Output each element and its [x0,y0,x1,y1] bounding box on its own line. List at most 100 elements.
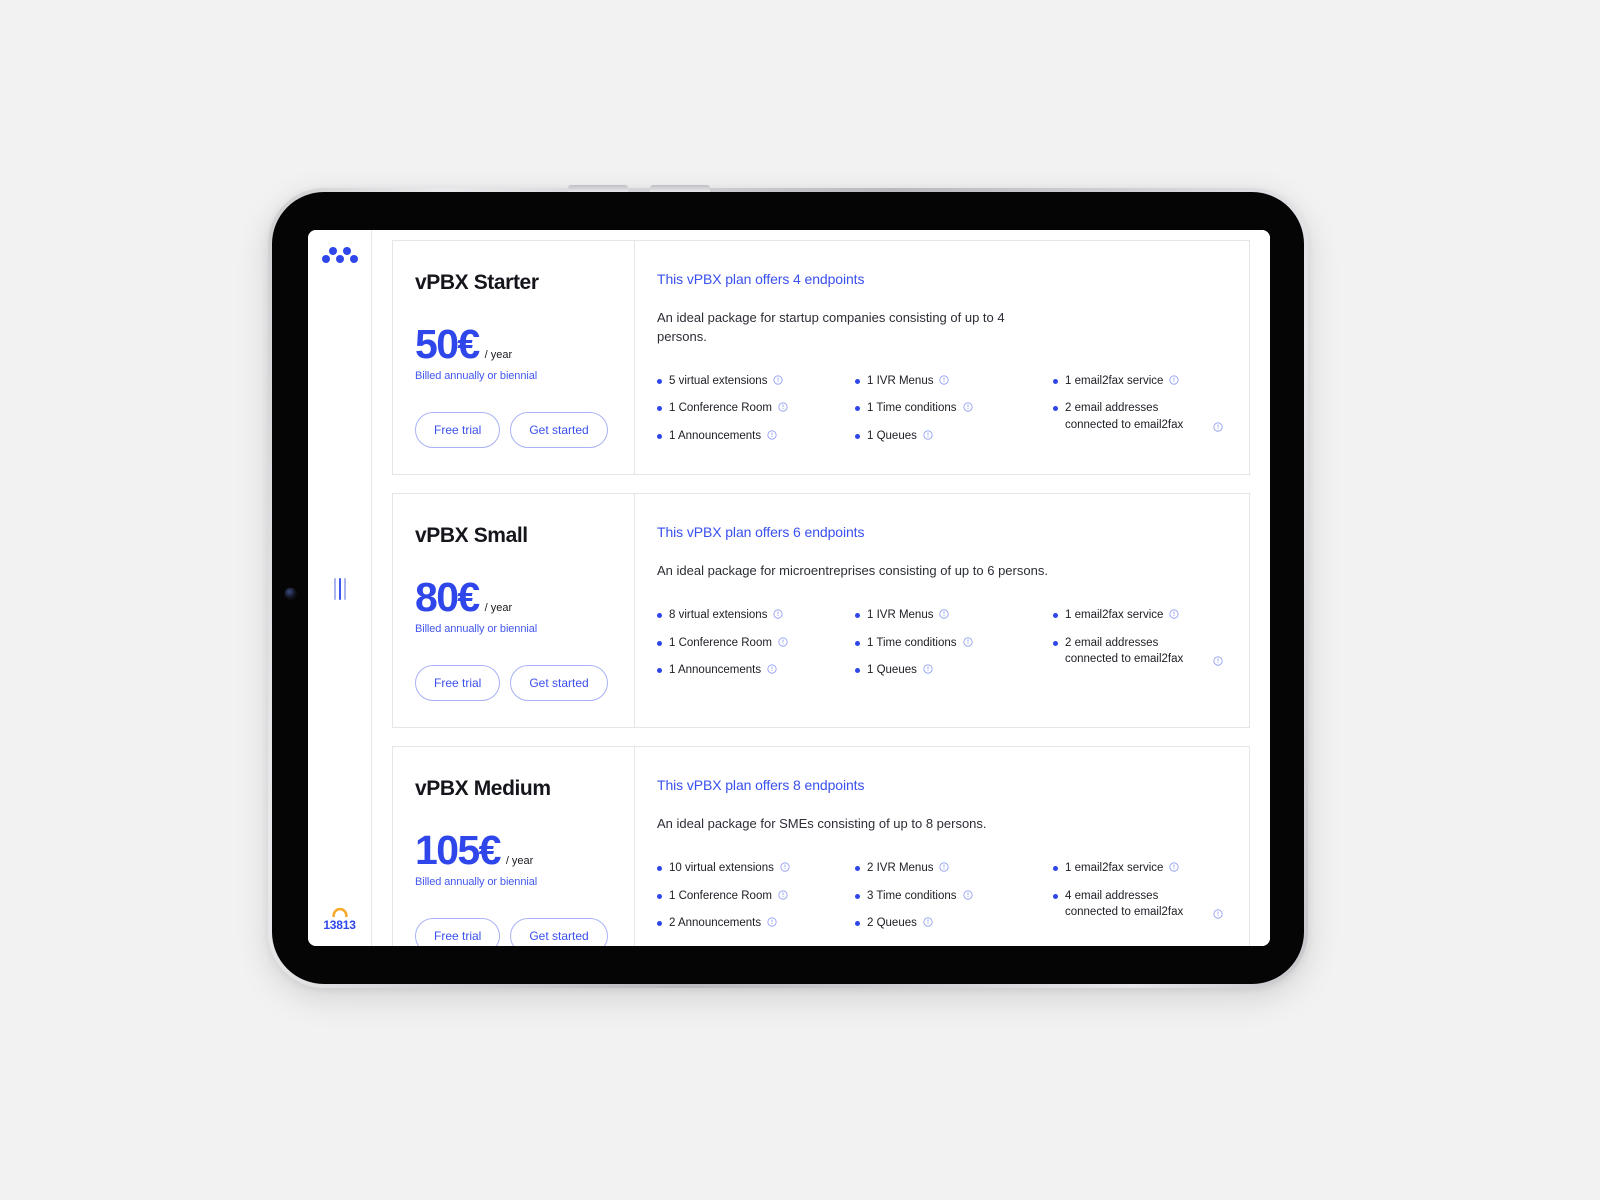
bullet-icon [1053,378,1058,384]
bullet-icon [657,866,662,872]
plan-title: vPBX Medium [415,777,551,801]
info-icon[interactable] [1169,609,1180,619]
feature-label: 1 Conference Room [669,402,772,415]
info-icon[interactable] [778,890,788,900]
feature-item: 1 IVR Menus [855,607,1045,624]
extension-number[interactable]: 13813 [308,918,371,932]
info-icon[interactable] [773,609,784,619]
info-icon[interactable] [767,917,777,927]
feature-item: 2 email addresses connected to email2fax [1053,400,1223,433]
feature-column: 1 IVR Menus 1 Time conditions 1 Queues [855,607,1045,679]
feature-label: 1 email2fax service [1065,374,1164,387]
feature-item: 1 Announcements [657,662,847,679]
info-icon[interactable] [778,402,788,412]
plan-card[interactable]: vPBX Medium 105€ / year Billed annually … [392,746,1250,946]
plan-feature-grid: 10 virtual extensions 1 Conference Room … [657,860,1223,932]
free-trial-button[interactable]: Free trial [415,412,501,449]
bullet-icon [657,378,662,384]
front-camera-icon [285,588,296,599]
info-icon[interactable] [1213,422,1223,432]
feature-label: 2 email addresses connected to email2fax [1065,636,1184,666]
info-icon[interactable] [923,664,933,674]
feature-label: 1 Time conditions [867,636,957,649]
feature-item: 2 email addresses connected to email2fax [1053,635,1223,668]
brand-dots-logo-icon[interactable] [322,246,358,266]
volume-up-button[interactable] [568,185,628,192]
info-icon[interactable] [962,890,973,900]
feature-column: 5 virtual extensions 1 Conference Room 1… [657,373,847,445]
feature-label: 8 virtual extensions [669,608,768,621]
feature-label: 3 Time conditions [867,889,957,902]
info-icon[interactable] [1169,375,1180,385]
feature-item: 1 Time conditions [855,635,1045,652]
feature-item: 8 virtual extensions [657,607,847,624]
feature-column: 2 IVR Menus 3 Time conditions 2 Queues [855,860,1045,932]
info-icon[interactable] [1213,909,1223,919]
info-icon[interactable] [767,664,777,674]
plan-description: An ideal package for SMEs consisting of … [657,816,987,832]
feature-label: 1 email2fax service [1065,608,1164,621]
plan-card[interactable]: vPBX Starter 50€ / year Billed annually … [392,240,1250,476]
plan-actions: Free trial Get started [415,412,612,449]
bullet-icon [855,866,860,872]
bullet-icon [855,612,860,618]
feature-column: 10 virtual extensions 1 Conference Room … [657,860,847,932]
bullet-icon [657,406,662,412]
info-icon[interactable] [767,430,777,440]
bullet-icon [855,378,860,384]
info-icon[interactable] [962,637,973,647]
feature-label: 2 Announcements [669,917,762,930]
get-started-button[interactable]: Get started [510,412,608,449]
feature-label: 4 email addresses connected to email2fax [1065,889,1184,919]
bullet-icon [1053,866,1058,872]
feature-item: 1 Queues [855,662,1045,679]
panel-resize-handle[interactable] [333,578,346,600]
plan-price: 80€ [415,574,480,621]
feature-item: 1 Queues [855,428,1045,445]
feature-label: 1 Queues [867,430,917,443]
plan-card[interactable]: vPBX Small 80€ / year Billed annually or… [392,493,1250,729]
plan-details-panel: This vPBX plan offers 6 endpoints An ide… [635,494,1249,727]
bullet-icon [855,406,860,412]
info-icon[interactable] [923,917,933,927]
volume-down-button[interactable] [650,185,710,192]
feature-label: 1 Announcements [669,664,762,677]
free-trial-button[interactable]: Free trial [415,665,501,702]
free-trial-button[interactable]: Free trial [415,918,501,946]
feature-label: 1 Time conditions [867,402,957,415]
get-started-button[interactable]: Get started [510,665,608,702]
info-icon[interactable] [939,609,950,619]
feature-item: 1 IVR Menus [855,373,1045,390]
plan-description: An ideal package for startup companies c… [657,310,1005,344]
feature-item: 1 email2fax service [1053,373,1223,390]
bullet-icon [855,921,860,927]
feature-item: 2 Queues [855,915,1045,932]
info-icon[interactable] [778,637,788,647]
plan-feature-grid: 8 virtual extensions 1 Conference Room 1… [657,607,1223,679]
feature-label: 1 IVR Menus [867,374,934,387]
info-icon[interactable] [1213,656,1223,666]
plan-title: vPBX Small [415,524,528,548]
info-icon[interactable] [939,862,950,872]
info-icon[interactable] [780,862,790,872]
bullet-icon [1053,406,1058,412]
plan-billing-note: Billed annually or biennial [415,623,538,636]
info-icon[interactable] [1169,862,1180,872]
plan-price-period: / year [484,349,513,362]
feature-label: 1 IVR Menus [867,608,934,621]
feature-item: 1 email2fax service [1053,607,1223,624]
get-started-button[interactable]: Get started [510,918,608,946]
feature-label: 2 IVR Menus [867,862,934,875]
feature-label: 1 Conference Room [669,636,772,649]
plan-summary-panel: vPBX Medium 105€ / year Billed annually … [393,747,635,946]
feature-label: 1 Conference Room [669,889,772,902]
plan-price: 50€ [415,321,480,368]
feature-column: 1 IVR Menus 1 Time conditions 1 Queues [855,373,1045,445]
info-icon[interactable] [773,375,784,385]
info-icon[interactable] [939,375,950,385]
feature-label: 1 Queues [867,664,917,677]
feature-item: 1 Conference Room [657,400,847,417]
plan-actions: Free trial Get started [415,665,612,702]
info-icon[interactable] [923,430,933,440]
info-icon[interactable] [962,402,973,412]
